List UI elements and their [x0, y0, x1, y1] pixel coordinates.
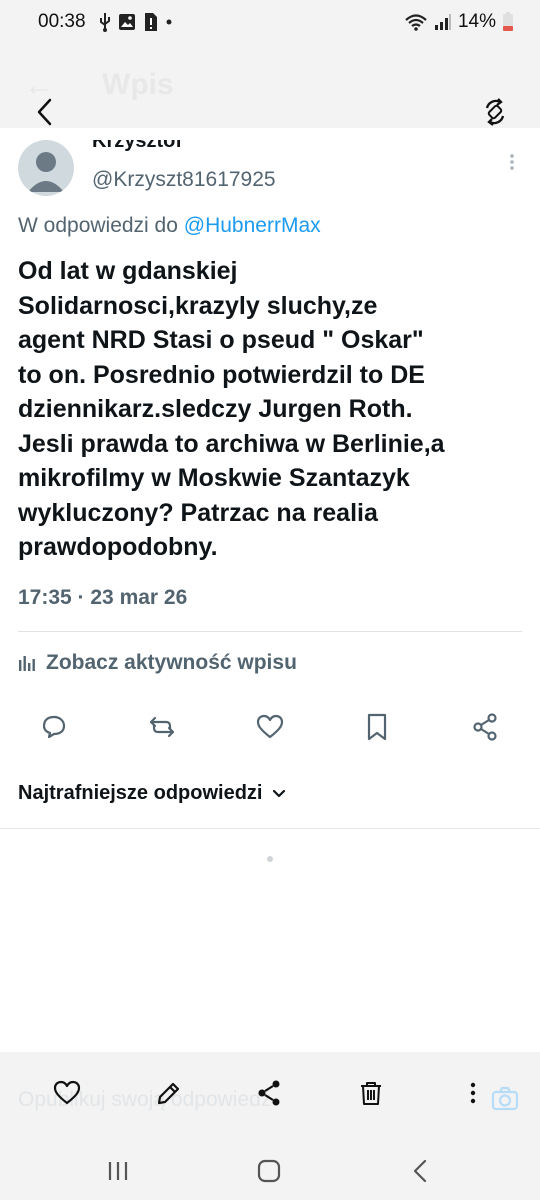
bookmark-icon[interactable] [362, 712, 392, 742]
chevron-down-icon [273, 789, 286, 797]
tweet-text-line: wykluczony? Patrzac na realia [18, 498, 378, 527]
more-options-icon[interactable] [458, 1078, 488, 1108]
tweet-text-line: Od lat w gdanskiej [18, 257, 238, 285]
status-time: 00:38 [38, 11, 86, 32]
system-status-icons: 14% [404, 11, 514, 33]
sort-label: Najtrafniejsze odpowiedzi [18, 782, 263, 804]
tweet-text-line: agent NRD Stasi o pseud " Oskar" [18, 326, 424, 354]
system-navigation-bar [0, 1142, 540, 1200]
view-activity-link[interactable]: Zobacz aktywność wpisu [18, 651, 297, 675]
author-handle[interactable]: @Krzyszt81617925 [92, 168, 276, 192]
reply-handle-link[interactable]: @HubnerrMax [184, 214, 321, 237]
recent-apps-icon[interactable] [103, 1156, 133, 1186]
author-name[interactable]: Krzysztof [92, 140, 182, 158]
reply-composer[interactable]: Opublikuj swoją odpowiedź [0, 1052, 540, 1142]
share-icon[interactable] [470, 712, 500, 742]
reply-icon[interactable] [39, 712, 69, 742]
back-button[interactable] [30, 94, 60, 130]
activity-label: Zobacz aktywność wpisu [46, 651, 297, 674]
loading-indicator [267, 856, 273, 862]
home-icon[interactable] [254, 1156, 284, 1186]
usb-icon [100, 13, 110, 32]
battery-percent: 14% [457, 11, 496, 32]
tweet-text-line: Solidarnosci,krazyly sluchy,ze [18, 291, 378, 320]
divider [18, 631, 522, 632]
dot-icon [166, 19, 172, 25]
wifi-icon [405, 14, 427, 31]
tweet-text-line: mikrofilmy w Moskwie Szantazyk [18, 464, 410, 492]
camera-icon[interactable] [490, 1084, 520, 1114]
edit-pencil-icon[interactable] [154, 1078, 184, 1108]
signal-icon [434, 14, 451, 30]
default-avatar-icon [28, 152, 64, 192]
status-bar: 00:38 14% [0, 0, 540, 44]
like-heart-icon[interactable] [255, 712, 285, 742]
like-heart-icon[interactable] [52, 1078, 82, 1108]
page-title: Wpis [102, 68, 174, 101]
reply-context: W odpowiedzi do @HubnerrMax [18, 214, 321, 238]
back-nav-icon[interactable] [406, 1156, 436, 1186]
tweet-actions [0, 712, 540, 742]
tweet-text: Od lat w gdanskiej Solidarnosci,krazyly … [18, 254, 518, 565]
tweet-timestamp[interactable]: 17:35 · 23 mar 26 [18, 586, 187, 610]
battery-icon [503, 12, 513, 31]
image-icon [119, 14, 135, 30]
delete-trash-icon[interactable] [356, 1078, 386, 1108]
rotate-screen-icon[interactable] [480, 94, 510, 130]
sim-alert-icon [145, 13, 157, 31]
divider [0, 828, 540, 829]
share-icon[interactable] [254, 1078, 284, 1108]
replies-sort-dropdown[interactable]: Najtrafniejsze odpowiedzi [18, 782, 288, 805]
app-bar: ← Wpis [0, 44, 540, 128]
notification-icons [98, 12, 174, 32]
reply-prefix: W odpowiedzi do [18, 214, 184, 237]
tweet-text-line: dziennikarz.sledczy Jurgen Roth. [18, 395, 413, 423]
tweet-text-line: Jesli prawda to archiwa w Berlinie,a [18, 429, 445, 458]
analytics-icon [19, 656, 35, 671]
avatar[interactable] [18, 140, 74, 196]
tweet-text-line: prawdopodobny. [18, 533, 218, 561]
tweet-text-line: to on. Posrednio potwierdzil to DE [18, 360, 425, 389]
more-options-icon[interactable] [508, 152, 516, 172]
repost-icon[interactable] [147, 712, 177, 742]
